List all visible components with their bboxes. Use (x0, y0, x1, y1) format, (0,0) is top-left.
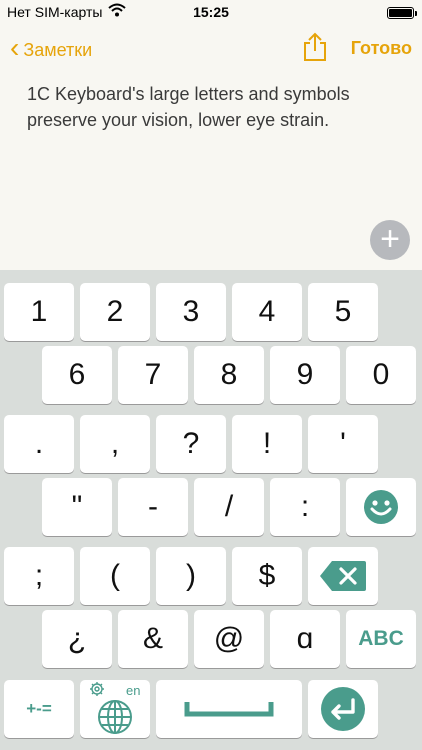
space-bar-icon (184, 702, 274, 717)
space-key[interactable] (156, 680, 302, 738)
key-comma[interactable]: , (80, 415, 150, 473)
key-dollar[interactable]: $ (232, 547, 302, 605)
back-button[interactable]: ‹ Заметки (10, 32, 93, 64)
key-open-paren[interactable]: ( (80, 547, 150, 605)
return-icon (321, 687, 365, 731)
back-label: Заметки (23, 39, 93, 60)
key-ampersand[interactable]: & (118, 610, 188, 668)
emoji-key[interactable] (346, 478, 416, 536)
key-6[interactable]: 6 (42, 346, 112, 404)
key-slash[interactable]: / (194, 478, 264, 536)
key-4[interactable]: 4 (232, 283, 302, 341)
key-question[interactable]: ? (156, 415, 226, 473)
key-2[interactable]: 2 (80, 283, 150, 341)
clock: 15:25 (193, 4, 229, 20)
language-key[interactable]: en (80, 680, 150, 738)
share-icon[interactable] (302, 32, 328, 62)
key-close-paren[interactable]: ) (156, 547, 226, 605)
key-period[interactable]: . (4, 415, 74, 473)
key-apostrophe[interactable]: ' (308, 415, 378, 473)
key-5[interactable]: 5 (308, 283, 378, 341)
key-alpha[interactable]: ɑ (270, 610, 340, 668)
note-text[interactable]: 1C Keyboard's large letters and symbols … (27, 81, 407, 133)
key-at[interactable]: @ (194, 610, 264, 668)
key-semicolon[interactable]: ; (4, 547, 74, 605)
navigation-bar: ‹ Заметки Готово (0, 26, 422, 70)
done-button[interactable]: Готово (351, 38, 412, 59)
key-1[interactable]: 1 (4, 283, 74, 341)
language-badge: en (126, 683, 141, 698)
smiley-icon (364, 490, 398, 524)
backspace-icon (320, 561, 366, 591)
key-7[interactable]: 7 (118, 346, 188, 404)
backspace-key[interactable] (308, 547, 378, 605)
key-colon[interactable]: : (270, 478, 340, 536)
status-bar: Нет SIM-карты 15:25 (0, 0, 422, 26)
abc-key[interactable]: ABC (346, 610, 416, 668)
battery-icon (387, 7, 417, 19)
return-key[interactable] (308, 680, 378, 738)
key-hyphen[interactable]: - (118, 478, 188, 536)
key-9[interactable]: 9 (270, 346, 340, 404)
plus-icon[interactable]: + (370, 220, 410, 260)
key-quote[interactable]: " (42, 478, 112, 536)
chevron-left-icon: ‹ (10, 32, 20, 63)
key-exclamation[interactable]: ! (232, 415, 302, 473)
symbols-toggle-key[interactable]: +-= (4, 680, 74, 738)
keyboard: 1 2 3 4 5 6 7 8 9 0 . , ? ! ' " - / : ; … (0, 270, 422, 750)
key-8[interactable]: 8 (194, 346, 264, 404)
key-inverted-question[interactable]: ¿ (42, 610, 112, 668)
key-0[interactable]: 0 (346, 346, 416, 404)
key-3[interactable]: 3 (156, 283, 226, 341)
